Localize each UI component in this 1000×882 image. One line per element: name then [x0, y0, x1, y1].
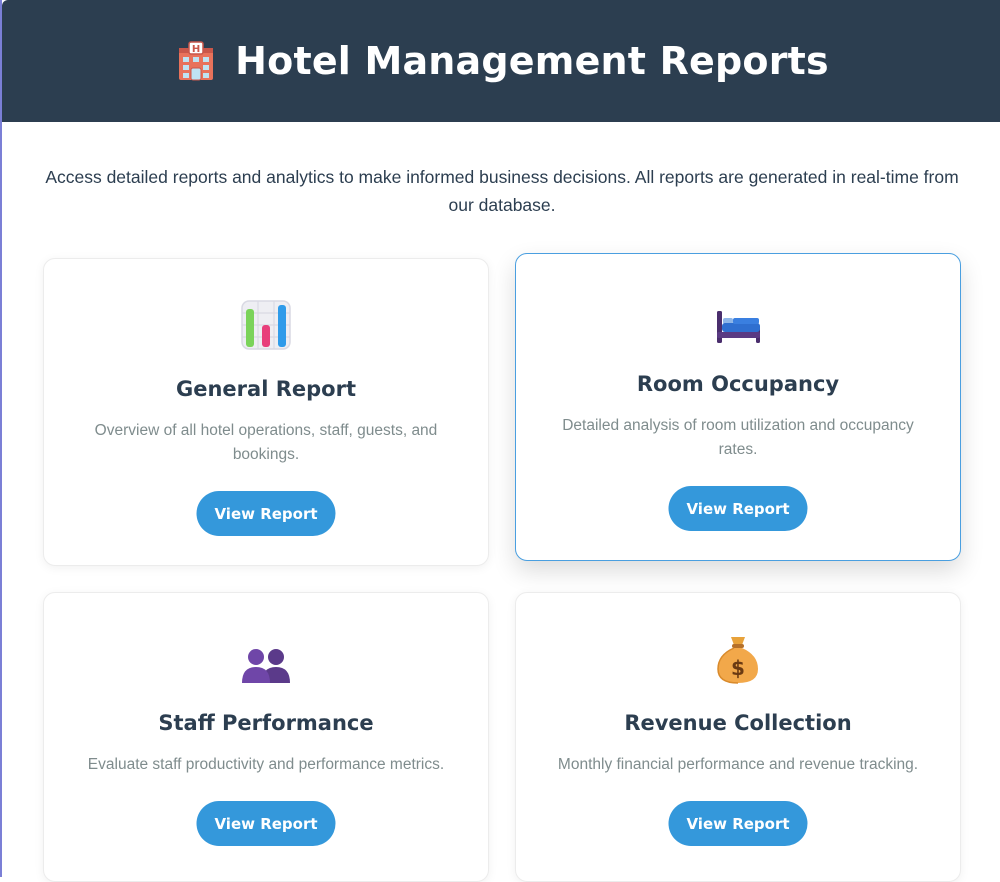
money-bag-icon: $	[717, 637, 758, 684]
card-title: Staff Performance	[158, 711, 374, 735]
page-title: Hotel Management Reports	[235, 39, 829, 83]
view-staff-performance-report-button[interactable]: View Report	[196, 801, 336, 846]
hotel-icon: H	[179, 41, 214, 81]
bar-chart-icon	[241, 300, 291, 350]
card-description: Monthly financial performance and revenu…	[557, 756, 919, 773]
view-room-occupancy-report-button[interactable]: View Report	[668, 486, 808, 531]
report-card-staff-performance: Staff Performance Evaluate staff product…	[43, 592, 489, 882]
header-content: H Hotel Management Reports	[175, 39, 829, 83]
card-description: Detailed analysis of room utilization an…	[562, 417, 914, 458]
intro-text: Access detailed reports and analytics to…	[45, 167, 959, 215]
card-description: Overview of all hotel operations, staff,…	[94, 422, 438, 463]
view-general-report-button[interactable]: View Report	[196, 491, 336, 536]
svg-text:$: $	[731, 656, 745, 680]
report-card-room-occupancy: Room Occupancy Detailed analysis of room…	[515, 253, 961, 561]
people-icon	[242, 649, 290, 683]
svg-text:H: H	[192, 44, 200, 55]
report-card-revenue-collection: $ Revenue Collection Monthly financial p…	[515, 592, 961, 882]
card-title: General Report	[176, 377, 356, 401]
card-title: Room Occupancy	[636, 372, 840, 396]
page: H Hotel Management Reports Access detail…	[0, 0, 1000, 882]
bed-icon	[717, 311, 760, 343]
page-header: H Hotel Management Reports	[2, 0, 1000, 122]
report-card-general: General Report Overview of all hotel ope…	[43, 258, 489, 566]
card-description: Evaluate staff productivity and performa…	[87, 756, 445, 773]
view-revenue-collection-report-button[interactable]: View Report	[668, 801, 808, 846]
card-title: Revenue Collection	[624, 711, 852, 735]
